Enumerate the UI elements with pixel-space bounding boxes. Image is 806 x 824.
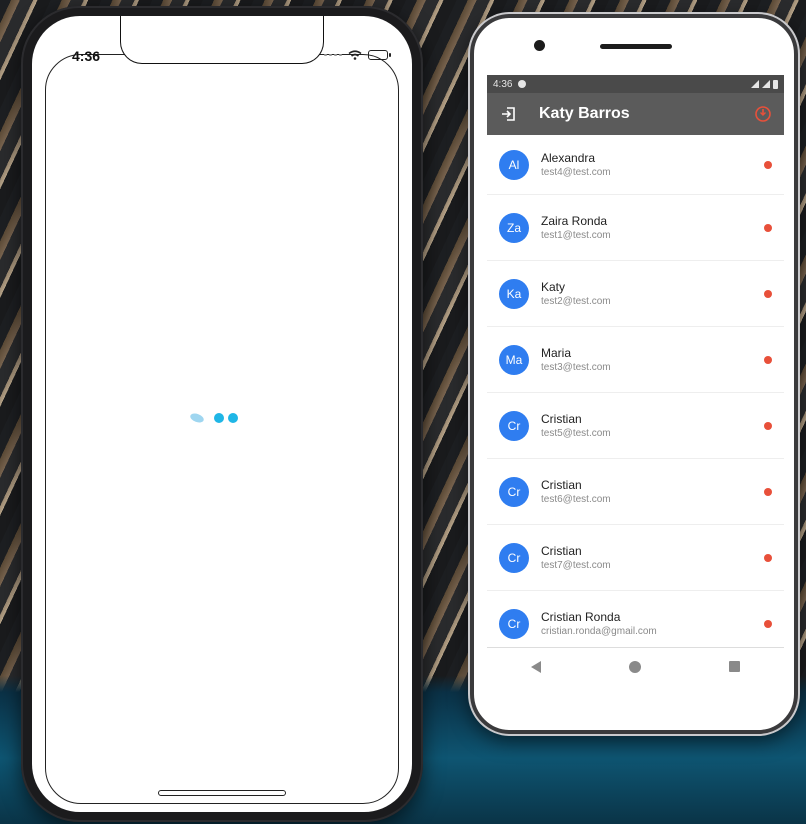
- avatar: Ma: [499, 344, 529, 375]
- user-email: test1@test.com: [541, 229, 611, 241]
- android-screen: 4:36 Katy Barros Al Alexandra test4@test…: [487, 75, 784, 647]
- list-item[interactable]: Za Zaira Ronda test1@test.com: [487, 195, 784, 261]
- status-indicator-icon: [764, 160, 772, 169]
- user-name: Cristian: [541, 411, 582, 426]
- back-icon[interactable]: [531, 660, 541, 673]
- list-item[interactable]: Cr Cristian Ronda cristian.ronda@gmail.c…: [487, 591, 784, 647]
- status-indicator-icon: [764, 223, 772, 232]
- avatar: Za: [499, 212, 529, 243]
- power-icon[interactable]: [752, 103, 774, 125]
- android-status-time: 4:36: [493, 78, 513, 90]
- user-name: Cristian: [541, 477, 582, 492]
- list-item[interactable]: Al Alexandra test4@test.com: [487, 135, 784, 195]
- android-navigation-bar: [487, 647, 784, 685]
- android-status-bar: 4:36: [487, 75, 784, 93]
- list-item[interactable]: Ma Maria test3@test.com: [487, 327, 784, 393]
- notification-icon: [518, 80, 527, 88]
- status-indicator-icon: [764, 487, 772, 496]
- wifi-icon: [751, 80, 759, 88]
- login-icon[interactable]: [497, 103, 519, 125]
- user-name: Zaira Ronda: [541, 213, 608, 228]
- user-name: Cristian: [541, 543, 582, 558]
- ios-status-time: 4:36: [72, 48, 101, 64]
- avatar: Ka: [499, 278, 529, 309]
- user-name: Maria: [541, 345, 572, 360]
- home-indicator[interactable]: [158, 790, 286, 796]
- loader-dot: [228, 413, 238, 423]
- home-icon[interactable]: [629, 660, 641, 673]
- user-email: test4@test.com: [541, 166, 611, 178]
- loading-spinner: [189, 411, 238, 425]
- iphone-safe-area-outline: [45, 54, 399, 804]
- app-bar: Katy Barros: [487, 93, 784, 135]
- ios-status-icons: [324, 50, 391, 60]
- list-item[interactable]: Cr Cristian test5@test.com: [487, 393, 784, 459]
- signal-icon: [324, 54, 342, 56]
- user-email: test2@test.com: [541, 295, 611, 307]
- status-indicator-icon: [764, 553, 772, 562]
- user-name: Cristian Ronda: [541, 609, 621, 624]
- avatar: Cr: [499, 608, 529, 639]
- earpiece-speaker: [600, 44, 672, 49]
- signal-icon: [762, 80, 770, 88]
- android-device: 4:36 Katy Barros Al Alexandra test4@test…: [470, 14, 798, 734]
- iphone-device: 4:36: [21, 6, 423, 822]
- status-indicator-icon: [764, 289, 772, 298]
- battery-icon: [773, 79, 778, 89]
- status-indicator-icon: [764, 619, 772, 628]
- avatar: Al: [499, 149, 529, 180]
- user-email: test6@test.com: [541, 493, 611, 505]
- avatar: Cr: [499, 410, 529, 441]
- status-indicator-icon: [764, 355, 772, 364]
- front-camera: [534, 40, 545, 51]
- user-name: Alexandra: [541, 150, 596, 165]
- status-indicator-icon: [764, 421, 772, 430]
- user-name: Katy: [541, 279, 566, 294]
- avatar: Cr: [499, 542, 529, 573]
- list-item[interactable]: Cr Cristian test6@test.com: [487, 459, 784, 525]
- list-item[interactable]: Cr Cristian test7@test.com: [487, 525, 784, 591]
- recent-apps-icon[interactable]: [729, 661, 740, 672]
- page-title: Katy Barros: [539, 105, 630, 122]
- iphone-notch: [120, 16, 324, 64]
- wifi-icon: [348, 50, 362, 60]
- loader-dot: [189, 411, 205, 425]
- battery-icon: [368, 50, 391, 60]
- user-email: test3@test.com: [541, 361, 611, 373]
- avatar: Cr: [499, 476, 529, 507]
- list-item[interactable]: Ka Katy test2@test.com: [487, 261, 784, 327]
- loader-dot: [214, 413, 224, 423]
- iphone-screen: 4:36: [32, 16, 412, 812]
- user-email: test7@test.com: [541, 559, 611, 571]
- user-email: test5@test.com: [541, 427, 611, 439]
- user-list: Al Alexandra test4@test.com Za Zaira Ron…: [487, 135, 784, 647]
- user-email: cristian.ronda@gmail.com: [541, 625, 657, 637]
